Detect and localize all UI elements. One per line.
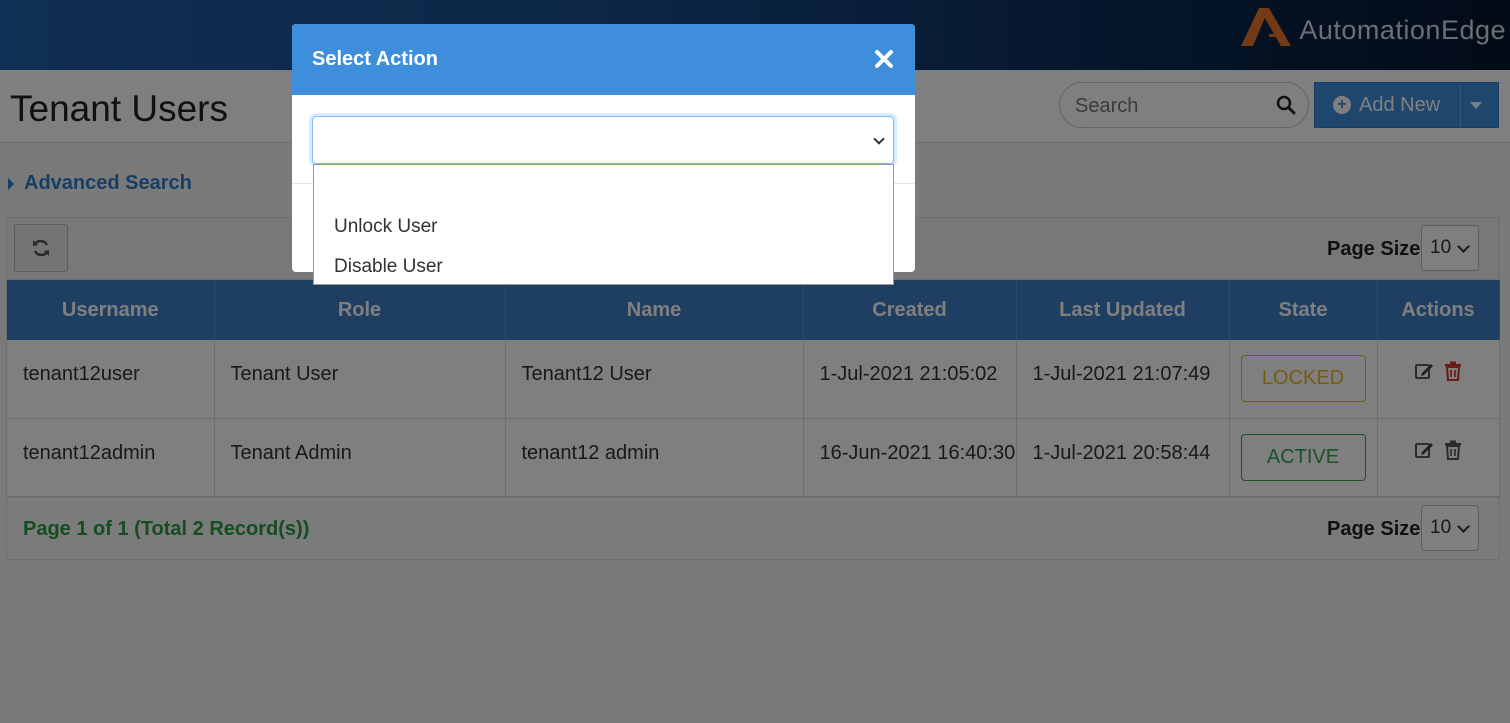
modal-title: Select Action bbox=[312, 48, 438, 70]
modal-header: Select Action bbox=[292, 24, 915, 95]
dropdown-option-disable-user[interactable]: Disable User bbox=[334, 256, 443, 278]
action-select[interactable] bbox=[312, 116, 894, 164]
chevron-down-icon bbox=[873, 133, 885, 145]
close-icon[interactable] bbox=[873, 48, 895, 70]
dropdown-option-unlock-user[interactable]: Unlock User bbox=[334, 216, 437, 238]
action-dropdown-list: Unlock User Disable User bbox=[313, 164, 894, 285]
